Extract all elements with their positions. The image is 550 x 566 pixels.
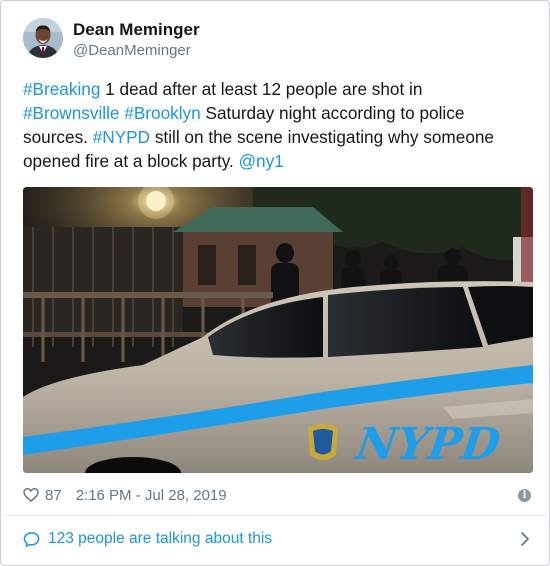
tweet-header: Dean Meminger @DeanMeminger (23, 18, 200, 60)
tweet-video[interactable]: NYPD (23, 187, 533, 473)
speech-bubble-icon (23, 531, 40, 547)
heart-icon[interactable] (23, 487, 39, 503)
display-name[interactable]: Dean Meminger (73, 20, 200, 40)
tweet-text: #Breaking 1 dead after at least 12 peopl… (23, 77, 523, 173)
tweet-text-part-1: 1 dead after at least 12 people are shot… (100, 79, 423, 99)
conversation-label[interactable]: 123 people are talking about this (48, 530, 272, 548)
like-count[interactable]: 87 (45, 487, 62, 504)
conversation-link[interactable]: 123 people are talking about this (23, 528, 531, 550)
user-info[interactable]: Dean Meminger @DeanMeminger (73, 20, 200, 60)
hashtag-brooklyn[interactable]: #Brooklyn (124, 103, 200, 123)
hashtag-breaking[interactable]: #Breaking (23, 79, 100, 99)
mention-ny1[interactable]: @ny1 (239, 151, 284, 171)
tweet-meta: 87 2:16 PM - Jul 28, 2019 i (23, 485, 531, 505)
video-frame: NYPD (23, 187, 533, 473)
car-lettering: NYPD (351, 418, 504, 470)
user-handle[interactable]: @DeanMeminger (73, 41, 200, 60)
chevron-right-icon[interactable] (519, 531, 531, 547)
hashtag-brownsville[interactable]: #Brownsville (23, 103, 119, 123)
avatar-image (23, 18, 63, 58)
tweet-card: Dean Meminger @DeanMeminger #Breaking 1 … (0, 0, 550, 566)
timestamp[interactable]: 2:16 PM - Jul 28, 2019 (76, 487, 227, 504)
avatar[interactable] (23, 18, 63, 58)
divider (2, 515, 550, 516)
hashtag-nypd[interactable]: #NYPD (93, 127, 150, 147)
info-icon[interactable]: i (518, 488, 531, 502)
